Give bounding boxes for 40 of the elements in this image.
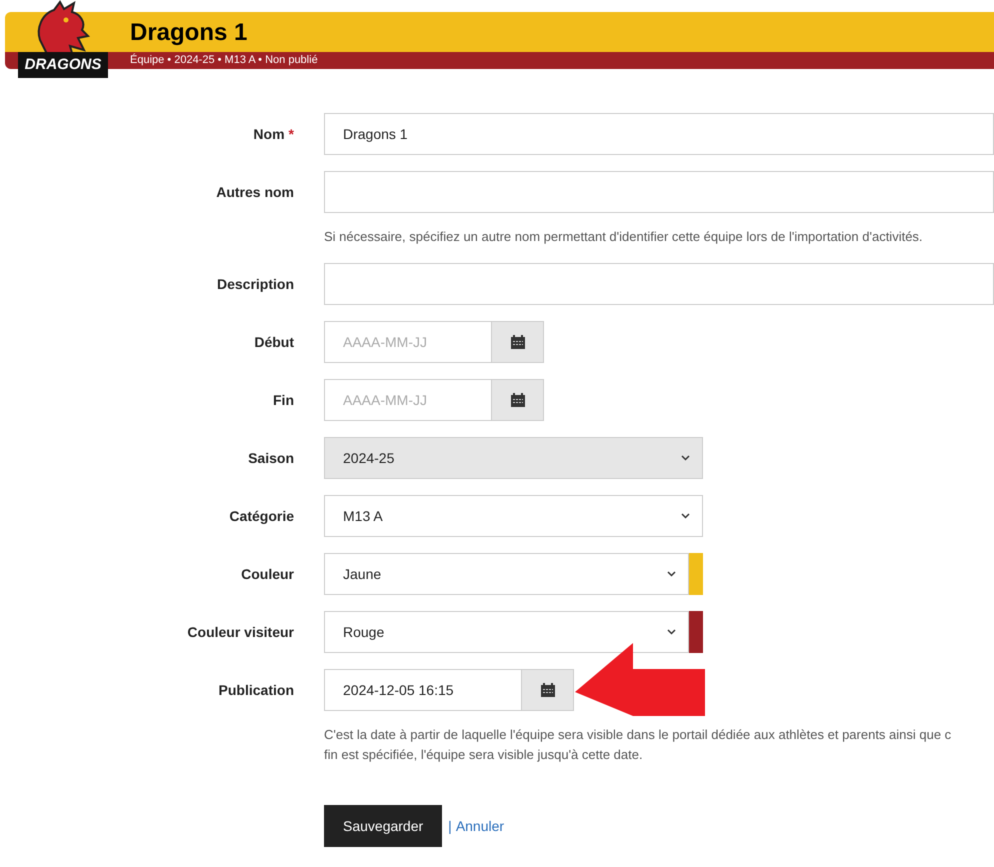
text-input-field[interactable]: Dragons 1 xyxy=(324,113,994,155)
page-title: Dragons 1 xyxy=(130,18,248,48)
arrow-annotation-icon xyxy=(575,643,706,716)
calendar-icon xyxy=(510,393,524,407)
field-label: Début xyxy=(254,332,294,352)
field-label: Couleur visiteur xyxy=(187,622,294,642)
select-field[interactable]: Jaune xyxy=(324,553,689,595)
field-label: Fin xyxy=(273,390,294,410)
date-input-field[interactable]: 2024-12-05 16:15 xyxy=(324,669,522,711)
field-label: Couleur xyxy=(241,564,294,584)
field-label: Autres nom xyxy=(216,182,294,202)
select-field[interactable]: M13 A xyxy=(324,495,703,537)
help-text: C'est la date à partir de laquelle l'équipe sera visible dans le portail dédiée aux athlètes et parents ainsi que c xyxy=(324,726,952,744)
field-label: Description xyxy=(216,274,294,294)
team-logo: DRAGONS xyxy=(18,0,108,83)
chevron-down-icon xyxy=(681,513,690,519)
field-label: Publication xyxy=(218,680,294,700)
chevron-down-icon xyxy=(667,629,676,635)
select-field[interactable]: Rouge xyxy=(324,611,689,653)
calendar-button[interactable] xyxy=(492,379,544,421)
text-input-field[interactable] xyxy=(324,171,994,213)
chevron-down-icon xyxy=(667,571,676,577)
save-button[interactable]: Sauvegarder xyxy=(324,805,442,847)
calendar-button[interactable] xyxy=(522,669,574,711)
help-text: Si nécessaire, spécifiez un autre nom permettant d'identifier cette équipe lors de l'importation d'activités. xyxy=(324,228,924,246)
calendar-icon xyxy=(510,335,524,349)
field-label: Saison xyxy=(248,448,294,468)
date-input-field[interactable]: AAAA-MM-JJ xyxy=(324,379,492,421)
date-input-field[interactable]: AAAA-MM-JJ xyxy=(324,321,492,363)
help-text: fin est spécifiée, l'équipe sera visible jusqu'à cette date. xyxy=(324,746,644,764)
field-label: Catégorie xyxy=(229,506,294,526)
separator: | xyxy=(448,816,452,836)
text-input-field[interactable] xyxy=(324,263,994,305)
chevron-down-icon xyxy=(681,455,690,461)
field-label: Nom xyxy=(253,124,285,144)
page-subtitle: Équipe • 2024-25 • M13 A • Non publié xyxy=(130,53,318,68)
cancel-link[interactable]: Annuler xyxy=(456,816,504,836)
calendar-button[interactable] xyxy=(492,321,544,363)
calendar-icon xyxy=(540,683,554,697)
required-mark: * xyxy=(288,124,294,144)
